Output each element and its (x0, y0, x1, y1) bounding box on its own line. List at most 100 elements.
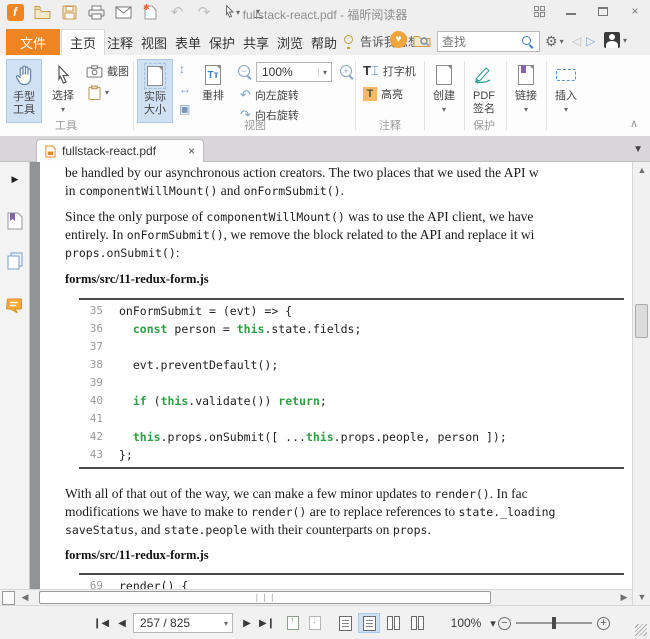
zoom-in-button[interactable]: + (340, 65, 352, 77)
triangle-left-icon: ◀ (22, 592, 29, 602)
zoom-level-combobox[interactable]: 100% ▾ (256, 62, 332, 82)
single-page-view-button[interactable] (334, 613, 356, 633)
minimize-button[interactable] (564, 5, 578, 17)
pdf-sign-button[interactable]: PDF 签名 (467, 59, 501, 123)
reflow-page-icon: Tт (205, 62, 221, 88)
line-number: 38 (79, 356, 103, 374)
horizontal-scroll-thumb[interactable]: ❘❘❘ (39, 591, 491, 604)
document-view[interactable]: be handled by our asynchronous action cr… (31, 162, 632, 589)
create-pdf-ribbon-button[interactable]: 创建 ▾ (428, 59, 460, 123)
group-label-view: 视图 (210, 117, 300, 133)
previous-view-icon (287, 616, 299, 630)
minimize-icon (566, 13, 576, 15)
horizontal-scroll-track[interactable]: ❘❘❘ (33, 590, 616, 606)
close-tab-icon[interactable]: × (188, 144, 195, 158)
scroll-up-button[interactable]: ▲ (633, 162, 650, 178)
continuous-view-button[interactable] (358, 613, 380, 633)
maximize-icon (598, 7, 608, 16)
zoom-out-status-button[interactable]: − (498, 615, 511, 631)
fit-width-button[interactable]: ↔ (179, 82, 191, 96)
select-tool-button[interactable]: 选择 ▾ (46, 59, 80, 123)
maximize-button[interactable] (596, 5, 610, 17)
chevron-down-icon: ▾ (524, 103, 528, 116)
clipboard-button[interactable]: ▾ (88, 85, 109, 100)
previous-view-button[interactable] (284, 615, 302, 631)
link-button[interactable]: 链接 ▾ (510, 59, 542, 123)
user-avatar-icon (604, 32, 620, 48)
snapshot-button[interactable]: 截图 (86, 63, 129, 79)
zoom-level-value: 100% (257, 65, 318, 79)
horizontal-scrollbar[interactable]: ◀ ❘❘❘ ▶ (0, 589, 632, 605)
pen-signature-icon (473, 62, 495, 88)
resize-grip[interactable] (635, 624, 647, 636)
page-number-box: ▾ (133, 613, 233, 633)
history-back-button[interactable]: ◁ (572, 34, 581, 48)
highlight-button[interactable]: T 高亮 (363, 86, 403, 102)
collapse-ribbon-button[interactable]: ∧ (630, 117, 638, 130)
tab-list-menu-button[interactable]: ▼ (633, 144, 643, 155)
zoom-out-button[interactable]: − (238, 65, 250, 77)
close-button[interactable]: × (628, 5, 642, 17)
vertical-scrollbar[interactable]: ▲ ▼ (632, 162, 650, 605)
code-line: 41 (79, 410, 624, 428)
paragraph: With all of that out of the way, we can … (65, 485, 632, 539)
gear-icon: ⚙ (545, 33, 558, 50)
text-line: in componentWillMount() and onFormSubmit… (65, 182, 632, 200)
history-forward-button[interactable]: ▷ (586, 34, 595, 48)
document-tab[interactable]: fullstack-react.pdf × (36, 139, 204, 162)
actual-size-button[interactable]: 实际 大小 (137, 59, 173, 123)
continuous-facing-view-button[interactable] (406, 613, 428, 633)
fit-visible-button[interactable]: ▣ (179, 102, 190, 116)
line-number: 43 (79, 446, 103, 464)
scroll-down-button[interactable]: ▼ (633, 589, 650, 605)
insert-button[interactable]: 插入 ▾ (550, 59, 582, 123)
last-page-button[interactable]: ▶❙ (258, 615, 276, 631)
tab-file[interactable]: 文件 (6, 29, 60, 55)
chevron-down-icon: ▾ (564, 103, 568, 116)
code-line: 42 this.props.onSubmit([ ...this.props.p… (79, 428, 624, 446)
window-controls: × (532, 5, 642, 17)
line-number: 69 (79, 577, 103, 589)
layout-grid-button[interactable] (532, 5, 546, 17)
group-label-comment: 注释 (365, 117, 415, 133)
chevron-down-icon: ▾ (560, 37, 564, 46)
zoom-slider[interactable] (516, 622, 592, 624)
zoom-slider-knob[interactable] (552, 617, 556, 629)
expand-panel-button[interactable]: ▶ (0, 164, 30, 194)
facing-view-button[interactable] (382, 613, 404, 633)
vertical-scroll-thumb[interactable] (635, 304, 648, 338)
first-page-button[interactable]: ❙◀ (92, 615, 110, 631)
bookmarks-panel-button[interactable] (0, 206, 30, 236)
chevron-down-icon[interactable]: ▾ (224, 619, 232, 628)
next-view-button[interactable] (306, 615, 324, 631)
text-line: be handled by our asynchronous action cr… (65, 164, 632, 182)
scroll-left-button[interactable]: ◀ (17, 592, 33, 603)
pdf-file-icon (45, 145, 56, 158)
favorite-button[interactable]: ♥ (390, 31, 407, 48)
reflow-button[interactable]: Tт 重排 (197, 59, 229, 123)
comments-panel-button[interactable] (0, 290, 30, 320)
previous-page-button[interactable]: ◀ (115, 615, 129, 631)
zoom-dropdown-button[interactable]: ▾ (488, 615, 498, 631)
next-page-button[interactable]: ▶ (240, 615, 254, 631)
settings-button[interactable]: ⚙▾ (545, 33, 564, 50)
search-icon[interactable] (522, 36, 531, 45)
hand-tool-button[interactable]: 手型 工具 (6, 59, 42, 123)
ribbon-home: 手型 工具 选择 ▾ 截图 ▾ 工具 实际 大小 ↕ ↔ ▣ Tт 重排 − 1… (0, 55, 650, 137)
search-input[interactable] (442, 33, 520, 50)
shared-review-button[interactable] (413, 33, 431, 52)
split-view-handle[interactable] (2, 591, 15, 605)
text-line: saveStatus, and state.people with their … (65, 521, 632, 539)
rotate-left-button[interactable]: ↶ 向左旋转 (240, 87, 299, 103)
tab-help[interactable]: 帮助 (303, 29, 345, 55)
zoom-percentage[interactable]: 100% (448, 615, 484, 631)
fit-page-button[interactable]: ↕ (179, 62, 185, 76)
scroll-right-button[interactable]: ▶ (616, 592, 632, 603)
hand-tool-label: 工具 (13, 104, 35, 117)
group-label-tools: 工具 (30, 117, 102, 133)
account-button[interactable]: ▾ (604, 32, 627, 48)
page-number-input[interactable] (134, 616, 224, 630)
pages-panel-button[interactable] (0, 246, 30, 276)
zoom-in-status-button[interactable]: + (597, 615, 610, 631)
typewriter-button[interactable]: T⌶ 打字机 (363, 63, 416, 79)
